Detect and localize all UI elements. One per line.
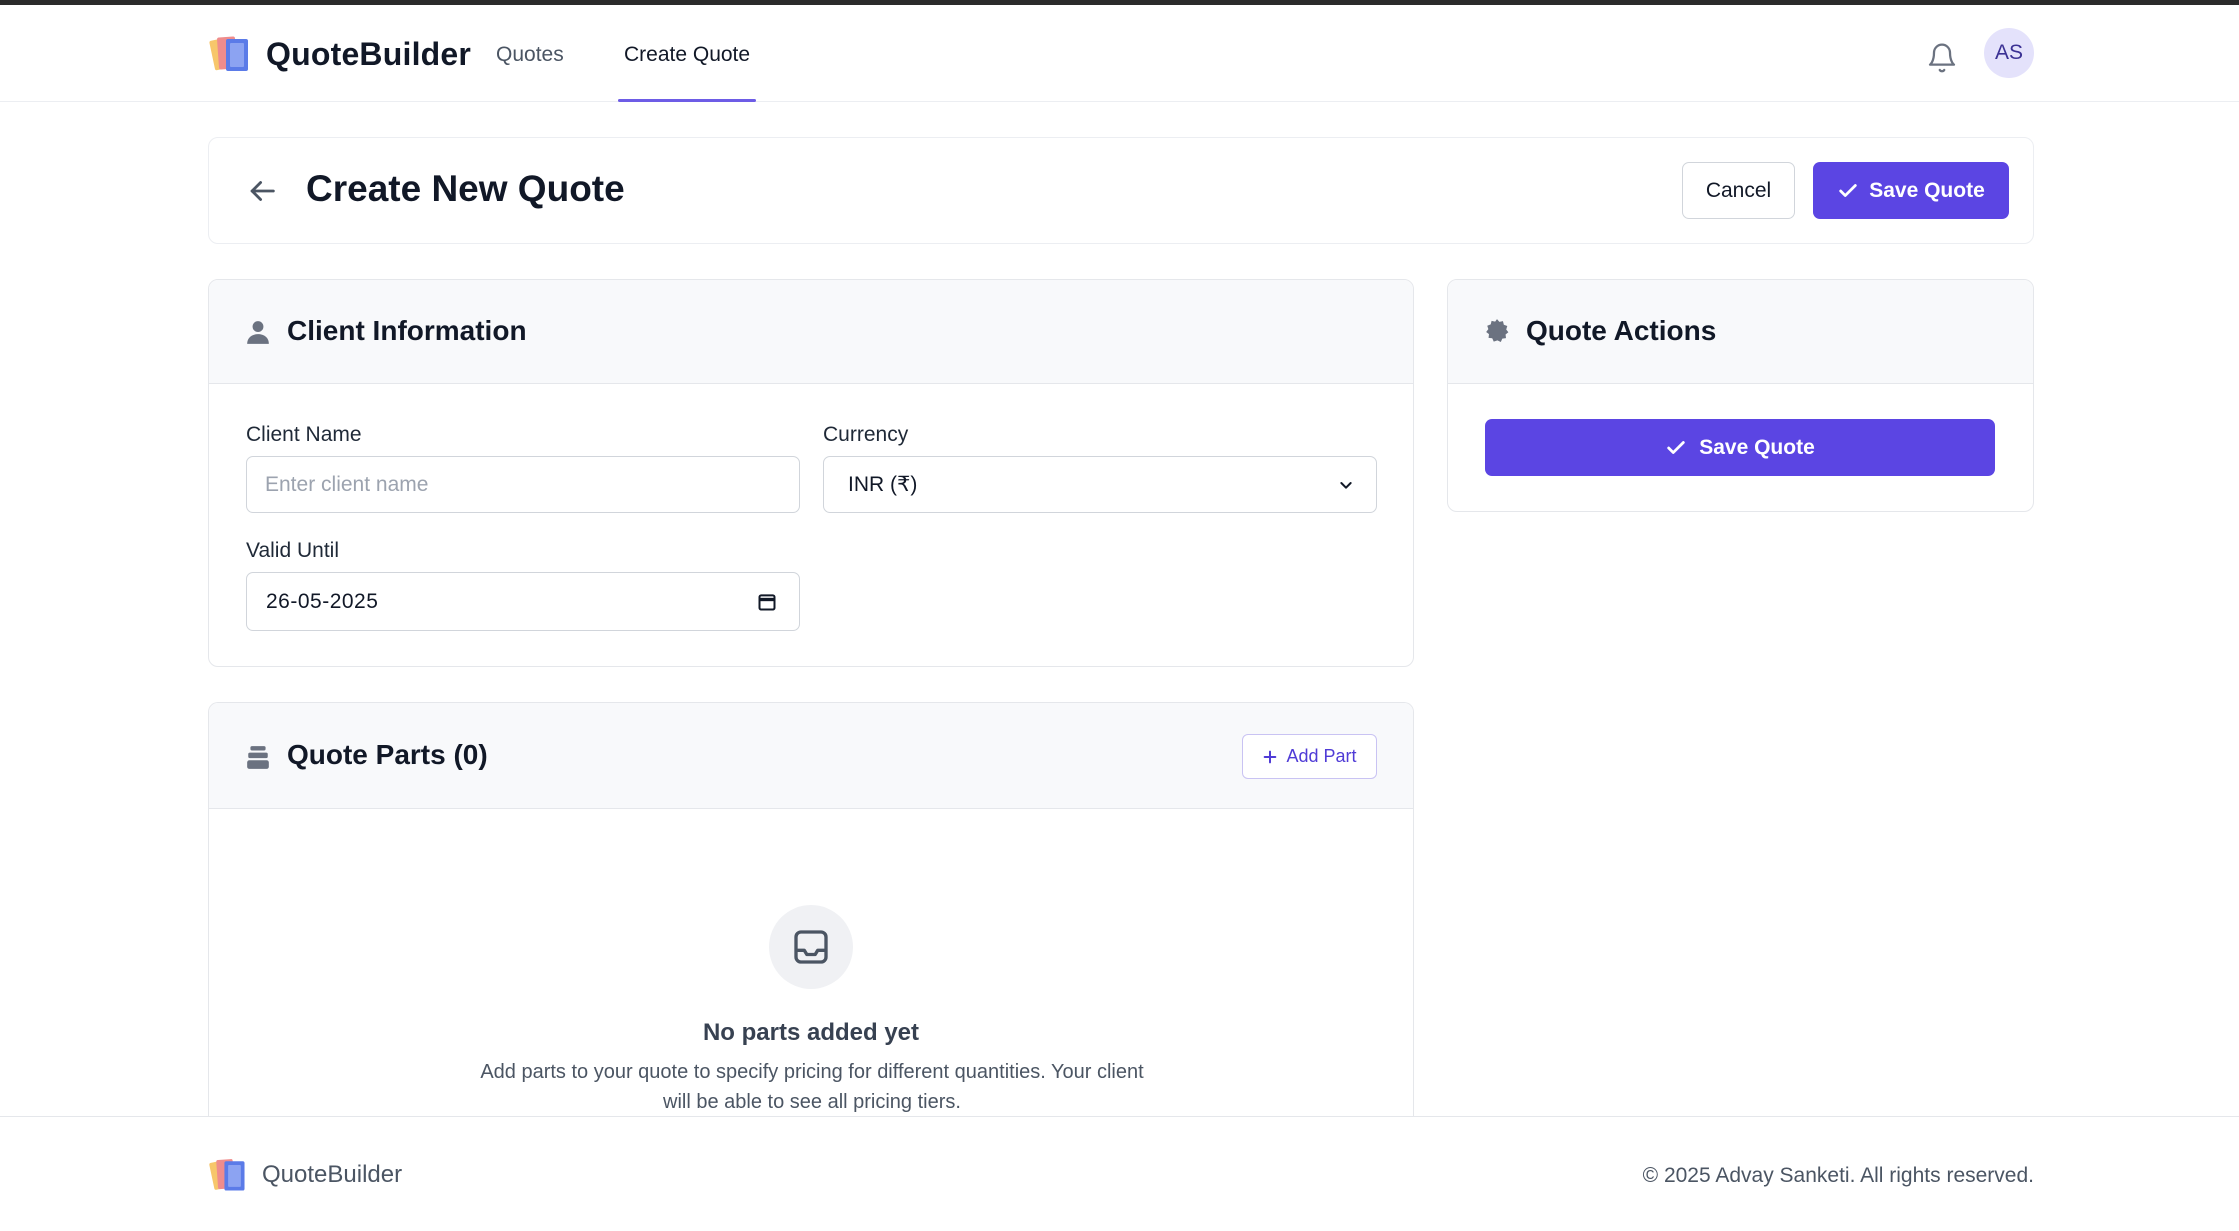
save-quote-label: Save Quote <box>1869 178 1985 202</box>
chevron-down-icon <box>1340 481 1352 489</box>
copyright-text: © 2025 Advay Sanketi. All rights reserve… <box>1642 1164 2034 1187</box>
footer-app-name: QuoteBuilder <box>262 1161 403 1188</box>
check-icon <box>1667 440 1685 454</box>
page-header-card: Create New Quote Cancel Save Quote <box>208 137 2034 244</box>
check-icon <box>1839 183 1857 197</box>
page-title: Create New Quote <box>306 168 625 209</box>
currency-selected-value: INR (₹) <box>848 473 918 496</box>
card-header: Quote Actions <box>1448 280 2033 384</box>
add-part-button[interactable]: Add Part <box>1242 734 1377 779</box>
add-part-label: Add Part <box>1286 746 1357 766</box>
valid-until-label: Valid Until <box>246 539 339 562</box>
empty-state-badge <box>769 905 853 989</box>
card-header: Client Information <box>209 280 1413 384</box>
top-navbar: QuoteBuilder Quotes Create Quote AS <box>0 5 2239 102</box>
stacked-books-logo-icon <box>209 1159 245 1191</box>
plus-icon <box>1264 750 1277 763</box>
user-icon <box>247 321 269 344</box>
arrow-left-icon[interactable] <box>245 174 279 208</box>
nav-quotes[interactable]: Quotes <box>496 43 564 67</box>
client-name-input[interactable] <box>246 456 800 513</box>
empty-state-description: Add parts to your quote to specify prici… <box>480 1061 1144 1113</box>
app-name: QuoteBuilder <box>266 35 472 72</box>
stacked-books-logo-icon <box>209 36 248 71</box>
gear-icon <box>1486 319 1509 342</box>
valid-until-value: 26-05-2025 <box>266 589 379 613</box>
client-information-card: Client Information Client Name Currency … <box>208 279 1414 667</box>
save-quote-side-button[interactable]: Save Quote <box>1485 419 1995 476</box>
cancel-button[interactable]: Cancel <box>1682 162 1795 219</box>
page-footer: QuoteBuilder © 2025 Advay Sanketi. All r… <box>0 1116 2239 1231</box>
card-title: Quote Actions <box>1526 315 1717 346</box>
card-title: Client Information <box>287 315 527 346</box>
bell-icon[interactable] <box>1926 41 1958 75</box>
inbox-icon <box>794 930 828 964</box>
client-name-label: Client Name <box>246 423 362 446</box>
valid-until-date-input[interactable]: 26-05-2025 <box>246 572 800 631</box>
nav-create-quote[interactable]: Create Quote <box>624 43 750 67</box>
stack-icon <box>247 746 269 769</box>
card-title: Quote Parts (0) <box>287 739 488 770</box>
brand[interactable]: QuoteBuilder <box>208 31 471 77</box>
save-quote-label: Save Quote <box>1699 435 1815 459</box>
active-nav-indicator <box>618 99 756 102</box>
user-avatar[interactable]: AS <box>1984 28 2034 78</box>
currency-label: Currency <box>823 423 909 446</box>
card-header: Quote Parts (0) Add Part <box>209 703 1413 809</box>
calendar-icon[interactable] <box>757 592 777 612</box>
footer-brand[interactable]: QuoteBuilder <box>208 1154 402 1196</box>
empty-state-title: No parts added yet <box>702 1019 920 1046</box>
currency-select[interactable]: INR (₹) <box>823 456 1377 513</box>
save-quote-button[interactable]: Save Quote <box>1813 162 2009 219</box>
quote-actions-card: Quote Actions Save Quote <box>1447 279 2034 512</box>
